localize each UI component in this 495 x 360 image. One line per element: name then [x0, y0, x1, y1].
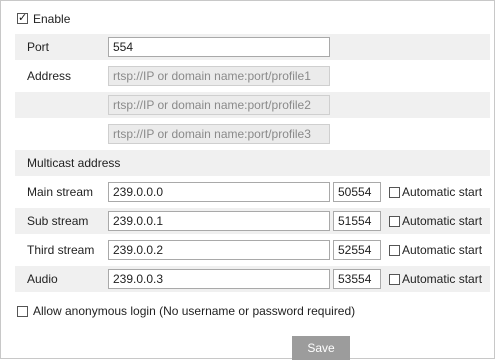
anonymous-row: Allow anonymous login (No username or pa… — [15, 298, 490, 324]
multicast-heading: Multicast address — [27, 156, 121, 170]
main-stream-row: Main stream 239.0.0.0 50554 Automatic st… — [15, 179, 490, 205]
sub-stream-port-input[interactable]: 51554 — [333, 211, 381, 231]
anonymous-login-checkbox[interactable] — [17, 306, 28, 317]
audio-label: Audio — [27, 272, 58, 286]
address-input-3[interactable]: rtsp://IP or domain name:port/profile3 — [108, 124, 330, 144]
third-stream-auto-checkbox[interactable] — [389, 245, 400, 256]
third-stream-label: Third stream — [27, 243, 95, 257]
sub-stream-ip-input[interactable]: 239.0.0.1 — [108, 211, 330, 231]
main-stream-auto-label: Automatic start — [402, 185, 483, 199]
main-stream-auto-checkbox[interactable] — [389, 187, 400, 198]
audio-auto-checkbox[interactable] — [389, 274, 400, 285]
address-label: Address — [27, 69, 72, 83]
save-button[interactable]: Save — [292, 336, 350, 360]
enable-row: Enable — [15, 6, 490, 32]
third-stream-port-input[interactable]: 52554 — [333, 240, 381, 260]
sub-stream-auto-label: Automatic start — [402, 214, 483, 228]
audio-auto-label: Automatic start — [402, 272, 483, 286]
audio-row: Audio 239.0.0.3 53554 Automatic start — [15, 266, 490, 292]
enable-checkbox[interactable] — [17, 11, 28, 24]
multicast-heading-row: Multicast address — [15, 150, 490, 176]
third-stream-row: Third stream 239.0.0.2 52554 Automatic s… — [15, 237, 490, 263]
main-stream-port-input[interactable]: 50554 — [333, 182, 381, 202]
main-stream-ip-input[interactable]: 239.0.0.0 — [108, 182, 330, 202]
sub-stream-row: Sub stream 239.0.0.1 51554 Automatic sta… — [15, 208, 490, 234]
port-row: Port 554 — [15, 34, 490, 60]
port-label: Port — [27, 40, 50, 54]
address-input-1[interactable]: rtsp://IP or domain name:port/profile1 — [108, 66, 330, 86]
sub-stream-auto-checkbox[interactable] — [389, 216, 400, 227]
third-stream-ip-input[interactable]: 239.0.0.2 — [108, 240, 330, 260]
anonymous-login-label: Allow anonymous login (No username or pa… — [33, 304, 356, 318]
audio-port-input[interactable]: 53554 — [333, 269, 381, 289]
address-row-3: rtsp://IP or domain name:port/profile3 — [15, 121, 490, 147]
port-input[interactable]: 554 — [108, 37, 330, 57]
address-row-1: Address rtsp://IP or domain name:port/pr… — [15, 63, 490, 89]
sub-stream-label: Sub stream — [27, 214, 89, 228]
main-stream-label: Main stream — [27, 185, 94, 199]
third-stream-auto-label: Automatic start — [402, 243, 483, 257]
audio-ip-input[interactable]: 239.0.0.3 — [108, 269, 330, 289]
address-row-2: rtsp://IP or domain name:port/profile2 — [15, 92, 490, 118]
rtsp-settings-panel: Enable Port 554 Address rtsp://IP or dom… — [0, 0, 495, 360]
address-input-2[interactable]: rtsp://IP or domain name:port/profile2 — [108, 95, 330, 115]
enable-label: Enable — [33, 12, 71, 26]
